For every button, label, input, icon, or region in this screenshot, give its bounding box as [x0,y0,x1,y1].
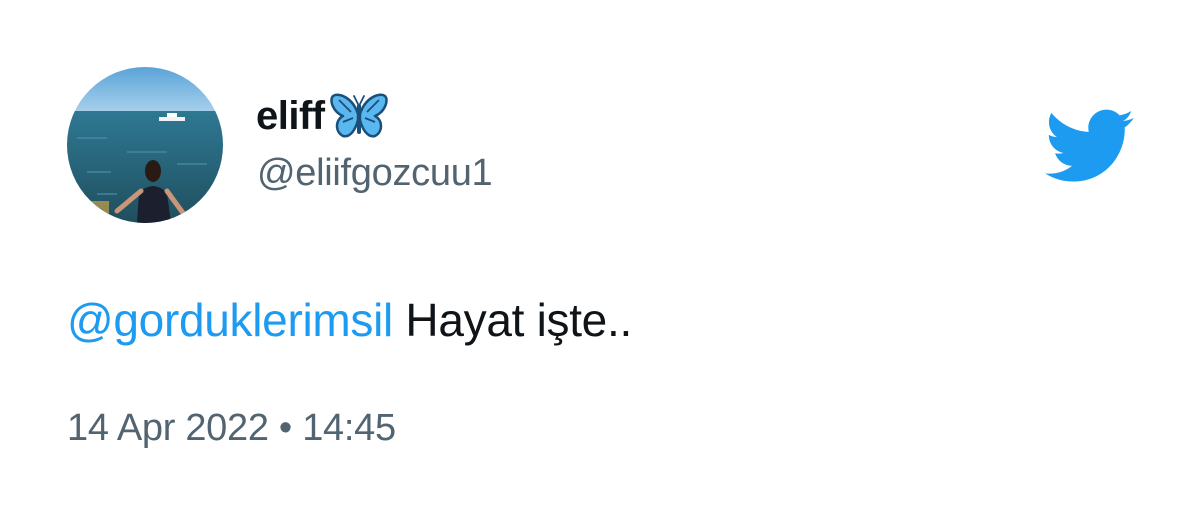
timestamp[interactable]: 14 Apr 2022 • 14:45 [67,407,396,450]
display-name-row[interactable]: eliff [256,88,389,144]
avatar[interactable] [67,67,223,223]
butterfly-icon [329,90,389,142]
avatar-photo [67,67,223,223]
tweet-time: 14:45 [302,407,396,449]
timestamp-separator: • [278,407,292,449]
tweet-text: @gorduklerimsil Hayat işte.. [67,293,632,347]
tweet-card: eliff @eliifgozcuu1 @gorduklerimsil Haya… [0,0,1200,518]
mention-link[interactable]: @gorduklerimsil [67,294,393,346]
tweet-body: Hayat işte.. [392,294,632,346]
user-handle[interactable]: @eliifgozcuu1 [257,152,493,195]
display-name[interactable]: eliff [256,94,325,139]
tweet-date: 14 Apr 2022 [67,407,269,449]
twitter-bird-icon[interactable] [1045,109,1135,183]
